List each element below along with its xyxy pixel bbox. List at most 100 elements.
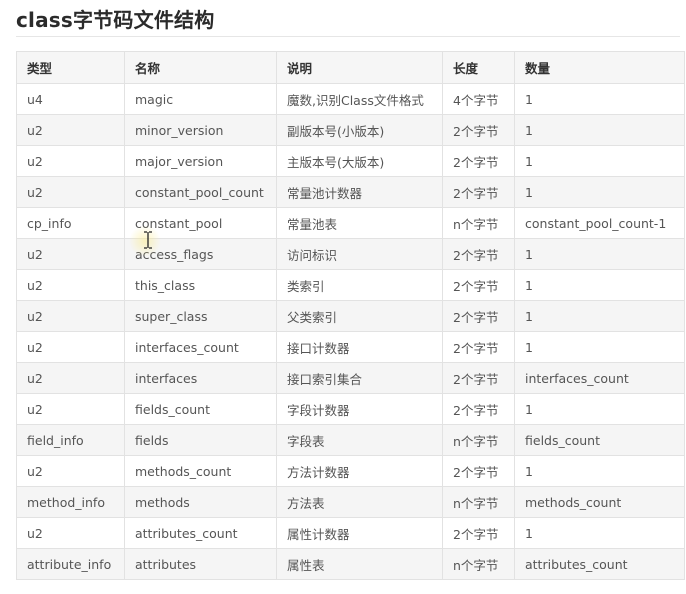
cell-name: this_class <box>124 269 277 301</box>
cell-name: magic <box>124 83 277 115</box>
cell-type: u2 <box>16 176 125 208</box>
cell-type: u2 <box>16 269 125 301</box>
cell-name: attributes_count <box>124 517 277 549</box>
cell-count: fields_count <box>514 424 685 456</box>
table-row: u2 methods_count 方法计数器 2个字节 1 <box>16 455 685 487</box>
title-divider <box>16 36 680 37</box>
cell-type: cp_info <box>16 207 125 239</box>
cell-name: methods <box>124 486 277 518</box>
cell-count: 1 <box>514 331 685 363</box>
table-row: u2 minor_version 副版本号(小版本) 2个字节 1 <box>16 114 685 146</box>
cell-length: n个字节 <box>442 207 515 239</box>
cell-description: 接口计数器 <box>276 331 443 363</box>
cell-name: major_version <box>124 145 277 177</box>
cell-length: 2个字节 <box>442 455 515 487</box>
cell-description: 字段计数器 <box>276 393 443 425</box>
cell-length: 2个字节 <box>442 269 515 301</box>
table-header-row: 类型 名称 说明 长度 数量 <box>16 51 685 84</box>
table-row: u2 major_version 主版本号(大版本) 2个字节 1 <box>16 145 685 177</box>
cell-count: 1 <box>514 176 685 208</box>
table-row: u2 attributes_count 属性计数器 2个字节 1 <box>16 517 685 549</box>
table-row: u2 interfaces_count 接口计数器 2个字节 1 <box>16 331 685 363</box>
cell-length: 2个字节 <box>442 145 515 177</box>
cell-count: interfaces_count <box>514 362 685 394</box>
cell-type: u2 <box>16 393 125 425</box>
cell-type: u2 <box>16 238 125 270</box>
cell-description: 副版本号(小版本) <box>276 114 443 146</box>
cell-type: u2 <box>16 300 125 332</box>
cell-type: u2 <box>16 362 125 394</box>
table-row: u4 magic 魔数,识别Class文件格式 4个字节 1 <box>16 83 685 115</box>
cell-count: 1 <box>514 393 685 425</box>
cell-type: attribute_info <box>16 548 125 580</box>
cell-length: n个字节 <box>442 548 515 580</box>
cell-type: field_info <box>16 424 125 456</box>
header-description: 说明 <box>276 51 443 84</box>
cell-count: 1 <box>514 455 685 487</box>
cell-length: 2个字节 <box>442 176 515 208</box>
header-length: 长度 <box>442 51 515 84</box>
cell-name: constant_pool_count <box>124 176 277 208</box>
cell-name: fields <box>124 424 277 456</box>
cell-description: 父类索引 <box>276 300 443 332</box>
header-count: 数量 <box>514 51 685 84</box>
table-row: attribute_info attributes 属性表 n个字节 attribute… <box>16 548 685 580</box>
cell-description: 常量池计数器 <box>276 176 443 208</box>
text-cursor-icon <box>144 231 152 249</box>
cell-description: 属性表 <box>276 548 443 580</box>
cell-length: n个字节 <box>442 486 515 518</box>
cell-name: methods_count <box>124 455 277 487</box>
cell-count: 1 <box>514 83 685 115</box>
cell-type: u2 <box>16 145 125 177</box>
cell-length: 2个字节 <box>442 362 515 394</box>
table-row: u2 super_class 父类索引 2个字节 1 <box>16 300 685 332</box>
cell-type: u2 <box>16 455 125 487</box>
cell-description: 类索引 <box>276 269 443 301</box>
cell-name: attributes <box>124 548 277 580</box>
cell-count: 1 <box>514 145 685 177</box>
cell-count: attributes_count <box>514 548 685 580</box>
cell-length: 4个字节 <box>442 83 515 115</box>
cell-length: 2个字节 <box>442 393 515 425</box>
cell-description: 常量池表 <box>276 207 443 239</box>
cell-description: 方法计数器 <box>276 455 443 487</box>
table-row: field_info fields 字段表 n个字节 fields_count <box>16 424 685 456</box>
cell-length: 2个字节 <box>442 238 515 270</box>
cell-name: interfaces_count <box>124 331 277 363</box>
table-row: cp_info constant_pool 常量池表 n个字节 constant_poo… <box>16 207 685 239</box>
cell-count: 1 <box>514 114 685 146</box>
cell-count: methods_count <box>514 486 685 518</box>
cell-type: u4 <box>16 83 125 115</box>
cell-length: n个字节 <box>442 424 515 456</box>
cell-description: 属性计数器 <box>276 517 443 549</box>
cell-description: 接口索引集合 <box>276 362 443 394</box>
cell-description: 魔数,识别Class文件格式 <box>276 83 443 115</box>
cell-type: u2 <box>16 114 125 146</box>
cell-description: 主版本号(大版本) <box>276 145 443 177</box>
cell-count: 1 <box>514 300 685 332</box>
class-file-structure-table: 类型 名称 说明 长度 数量 u4 magic 魔数,识别Class文件格式 4个字节… <box>16 51 685 580</box>
cell-type: u2 <box>16 331 125 363</box>
header-name: 名称 <box>124 51 277 84</box>
cell-name: super_class <box>124 300 277 332</box>
cell-count: constant_pool_count-1 <box>514 207 685 239</box>
cell-length: 2个字节 <box>442 300 515 332</box>
cell-count: 1 <box>514 517 685 549</box>
cell-type: u2 <box>16 517 125 549</box>
page-title: class字节码文件结构 <box>16 8 215 32</box>
cell-name: fields_count <box>124 393 277 425</box>
table-row: u2 this_class 类索引 2个字节 1 <box>16 269 685 301</box>
cell-length: 2个字节 <box>442 114 515 146</box>
cell-name: minor_version <box>124 114 277 146</box>
table-row: u2 access_flags 访问标识 2个字节 1 <box>16 238 685 270</box>
cell-description: 字段表 <box>276 424 443 456</box>
cell-length: 2个字节 <box>442 331 515 363</box>
cell-name: interfaces <box>124 362 277 394</box>
table-row: method_info methods 方法表 n个字节 methods_count <box>16 486 685 518</box>
cell-length: 2个字节 <box>442 517 515 549</box>
cell-count: 1 <box>514 238 685 270</box>
cell-type: method_info <box>16 486 125 518</box>
table-row: u2 interfaces 接口索引集合 2个字节 interfaces_count <box>16 362 685 394</box>
cell-count: 1 <box>514 269 685 301</box>
cell-description: 方法表 <box>276 486 443 518</box>
